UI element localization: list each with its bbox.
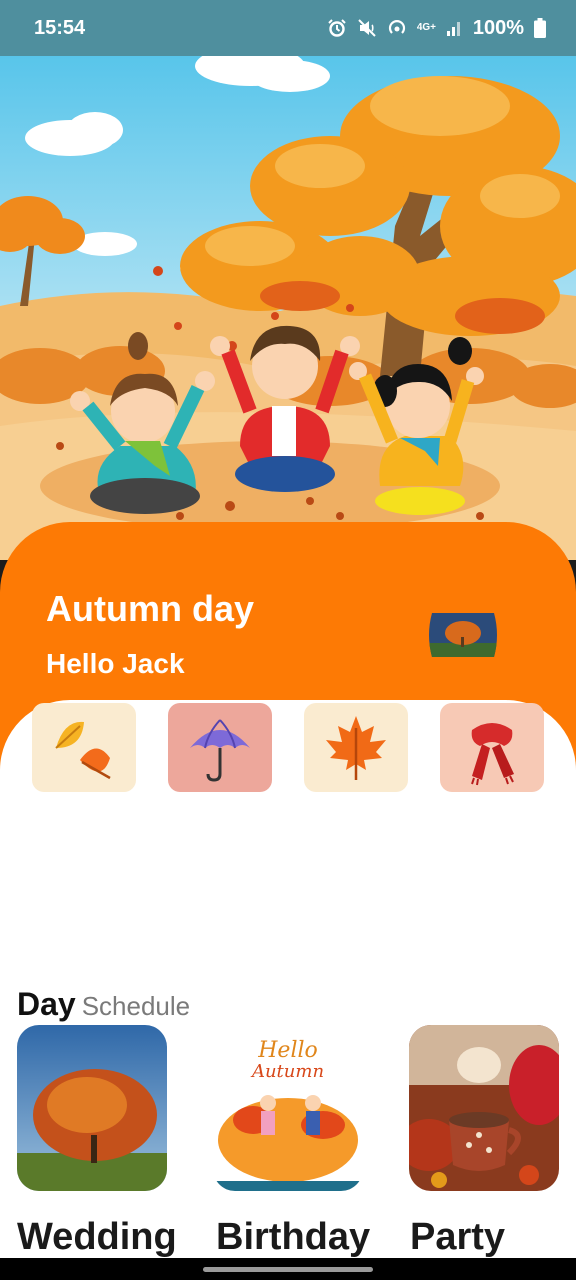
maple-leaf-icon — [316, 708, 396, 788]
card-label-wedding: Wedding — [17, 1216, 177, 1258]
greeting: Hello Jack — [46, 648, 185, 679]
status-time: 15:54 — [34, 16, 86, 39]
falling-leaves-icon — [44, 708, 124, 788]
hello-autumn-poster: Hello Autumn — [213, 1025, 363, 1191]
schedule-card-party[interactable] — [409, 1025, 559, 1191]
schedule-card-birthday[interactable]: Hello Autumn — [213, 1025, 363, 1191]
category-tile-umbrella[interactable] — [168, 703, 272, 792]
autumn-tree-photo — [17, 1025, 167, 1191]
status-bar: 15:54 4G+ 100% — [0, 0, 576, 56]
signal-icon — [445, 19, 463, 37]
card-label-party: Party — [410, 1216, 506, 1258]
alarm-icon — [327, 18, 347, 38]
battery-icon — [534, 18, 546, 38]
network-type: 4G+ — [416, 22, 437, 33]
svg-text:Autumn: Autumn — [250, 1061, 324, 1082]
hero-illustration — [0, 46, 576, 586]
section-title-light: Schedule — [81, 991, 191, 1021]
autumn-tree-thumbnail[interactable] — [426, 613, 500, 657]
schedule-card-wedding[interactable] — [17, 1025, 167, 1191]
autumn-coffee-photo — [409, 1025, 559, 1191]
category-tile-maple-leaf[interactable] — [304, 703, 408, 792]
mute-icon — [357, 18, 377, 38]
category-tile-leaves[interactable] — [32, 703, 136, 792]
hotspot-icon — [387, 18, 407, 38]
umbrella-icon — [180, 708, 260, 788]
category-tile-scarf[interactable] — [440, 703, 544, 792]
section-title: Day Schedule — [17, 986, 190, 1023]
battery-level: 100% — [472, 16, 524, 39]
card-label-birthday: Birthday — [216, 1216, 371, 1258]
status-icons: 4G+ 100% — [327, 17, 546, 40]
home-handle[interactable] — [203, 1267, 373, 1272]
section-title-bold: Day — [17, 986, 76, 1022]
svg-text:Hello: Hello — [257, 1038, 318, 1063]
scarf-icon — [452, 708, 532, 788]
page-title: Autumn day — [46, 588, 255, 629]
